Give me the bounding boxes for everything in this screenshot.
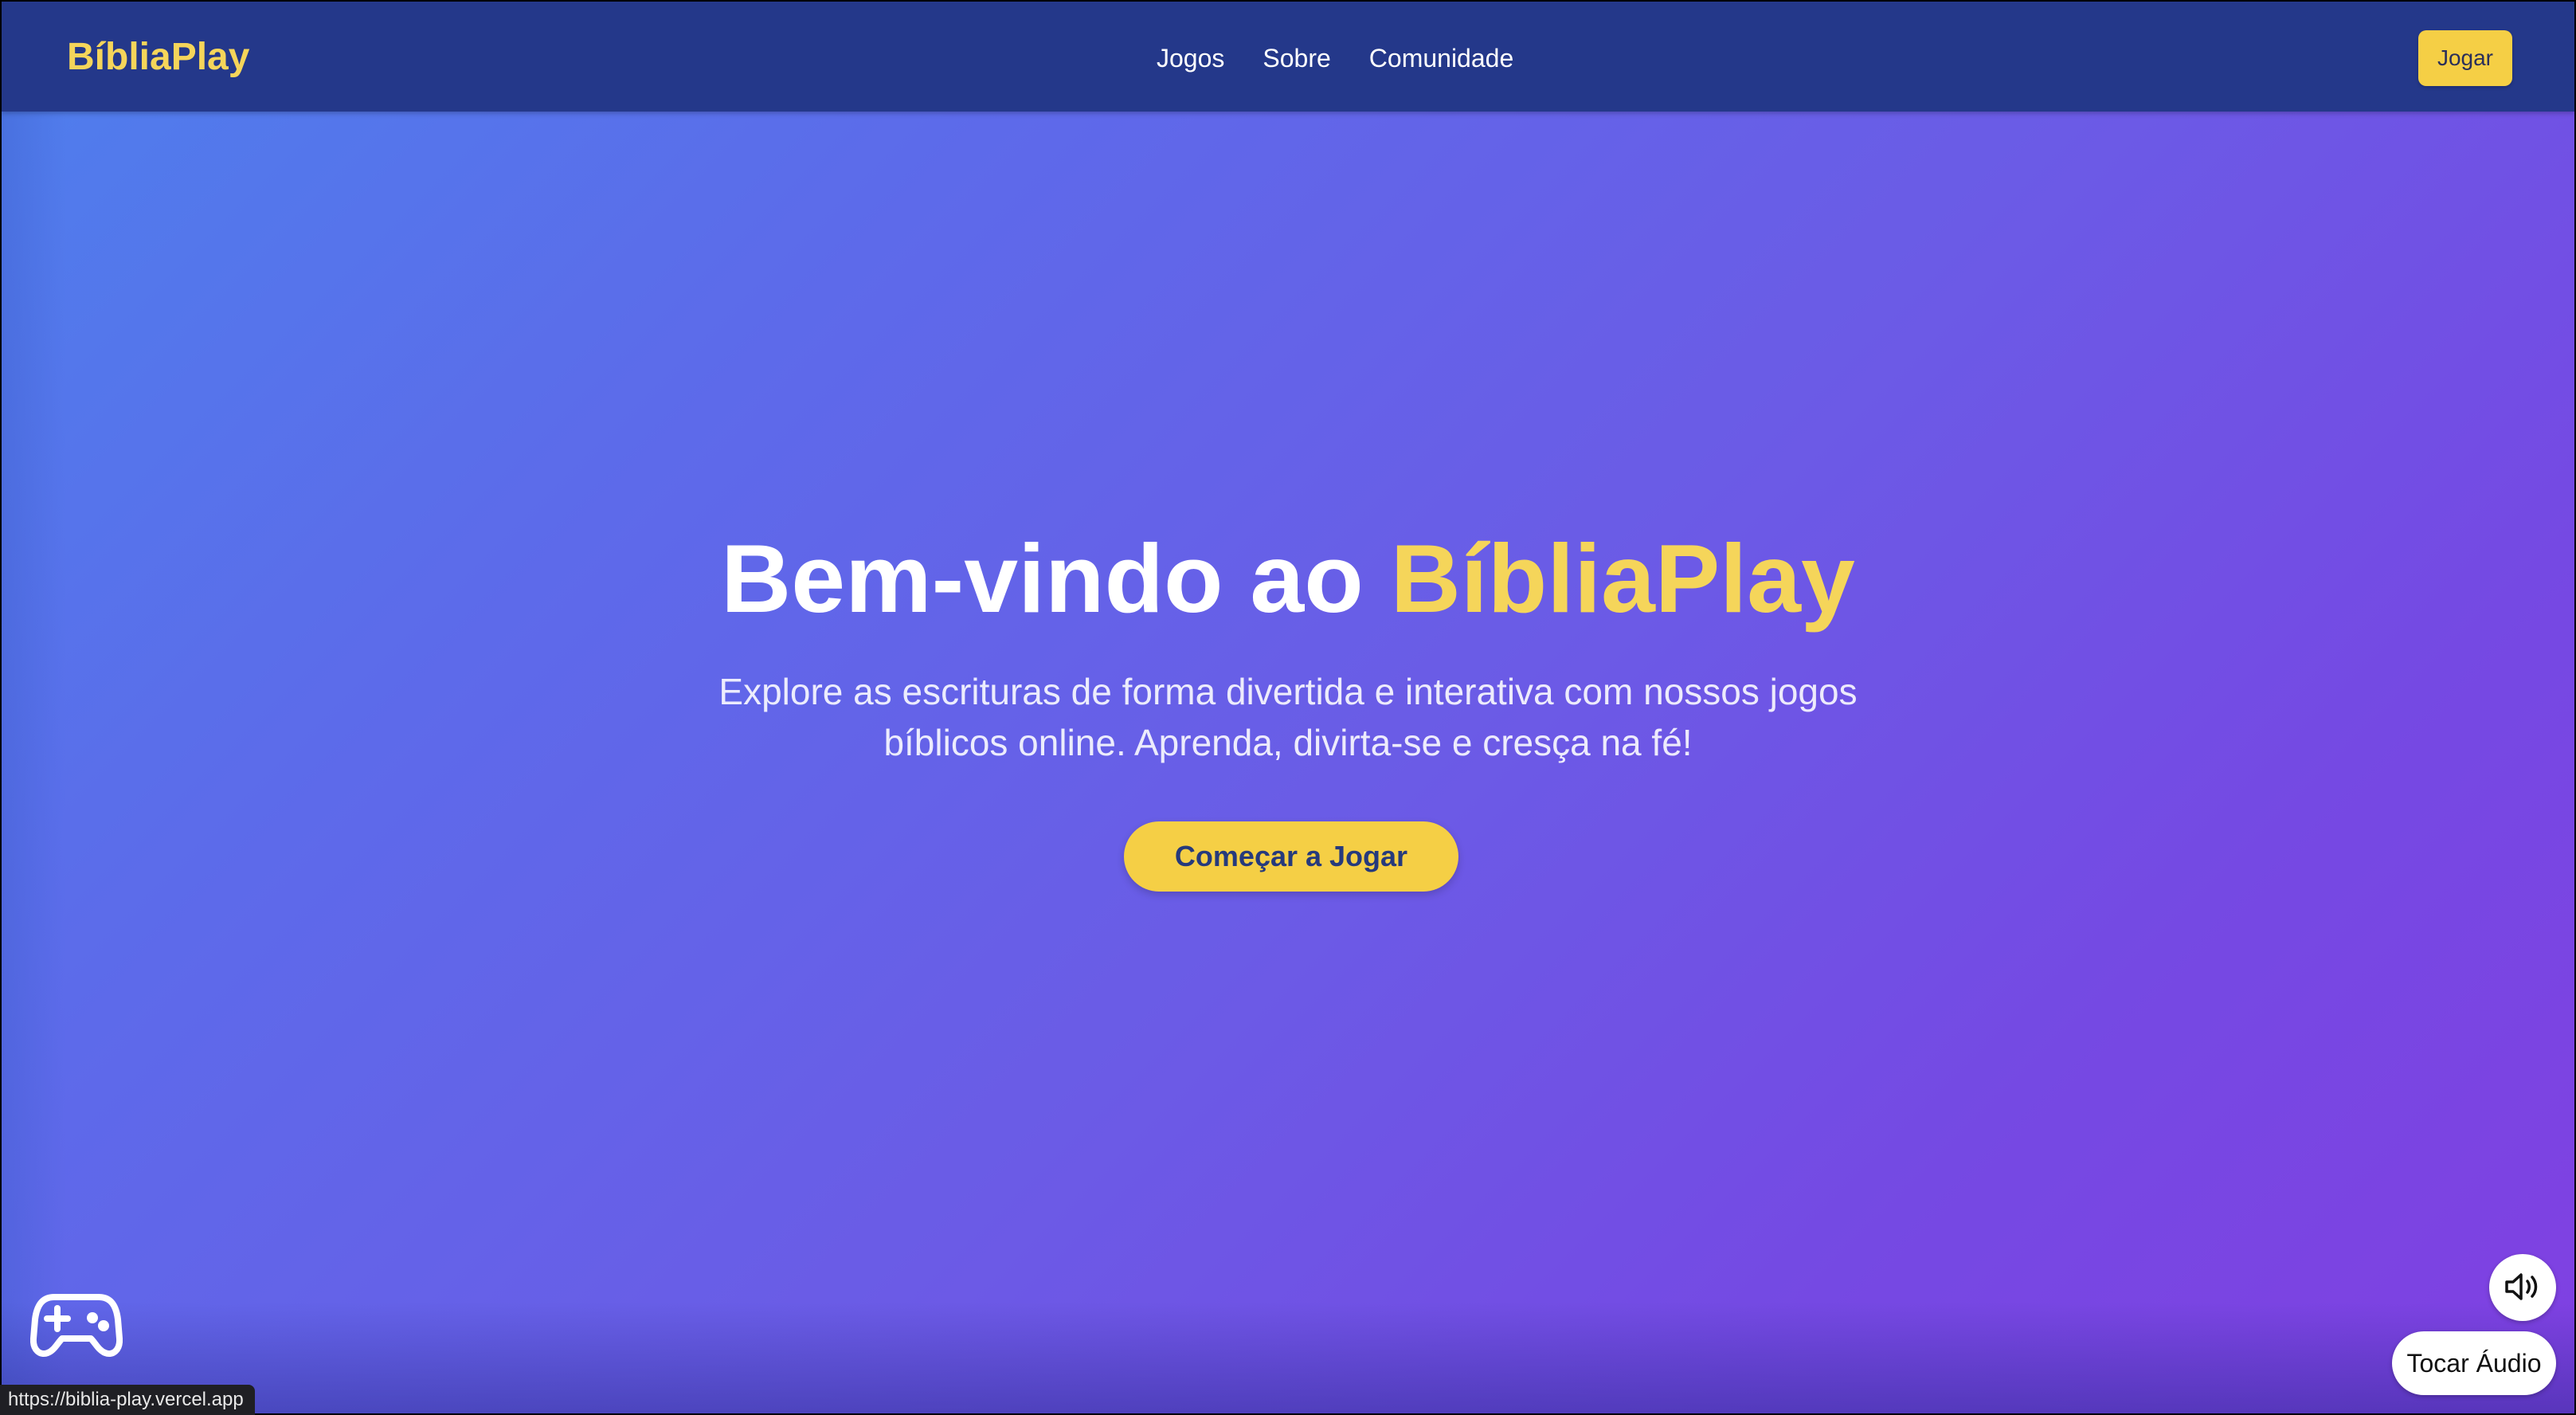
start-playing-button[interactable]: Começar a Jogar bbox=[1124, 821, 1458, 892]
nav-links: Jogos Sobre Comunidade bbox=[1157, 43, 1513, 73]
play-audio-button[interactable]: Tocar Áudio bbox=[2392, 1331, 2556, 1395]
hero-title-prefix: Bem-vindo ao bbox=[721, 524, 1391, 633]
hero-title-accent: BíbliaPlay bbox=[1390, 524, 1855, 633]
nav-link-sobre[interactable]: Sobre bbox=[1263, 43, 1330, 73]
gamepad-icon[interactable] bbox=[29, 1289, 123, 1361]
hero-subtitle: Explore as escrituras de forma divertida… bbox=[718, 671, 1858, 763]
top-navbar: BíbliaPlay Jogos Sobre Comunidade Jogar bbox=[2, 2, 2574, 112]
nav-link-comunidade[interactable]: Comunidade bbox=[1369, 43, 1513, 73]
bottom-fade bbox=[2, 1302, 2574, 1413]
status-bar-url: https://biblia-play.vercel.app bbox=[0, 1385, 255, 1415]
play-button[interactable]: Jogar bbox=[2418, 30, 2512, 86]
nav-link-jogos[interactable]: Jogos bbox=[1157, 43, 1224, 73]
hero-title: Bem-vindo ao BíbliaPlay bbox=[2, 523, 2574, 634]
brand-logo[interactable]: BíbliaPlay bbox=[67, 35, 249, 80]
speaker-icon bbox=[2504, 1271, 2542, 1305]
page: BíbliaPlay Jogos Sobre Comunidade Jogar … bbox=[2, 2, 2574, 1413]
audio-toggle-button[interactable] bbox=[2489, 1254, 2556, 1321]
